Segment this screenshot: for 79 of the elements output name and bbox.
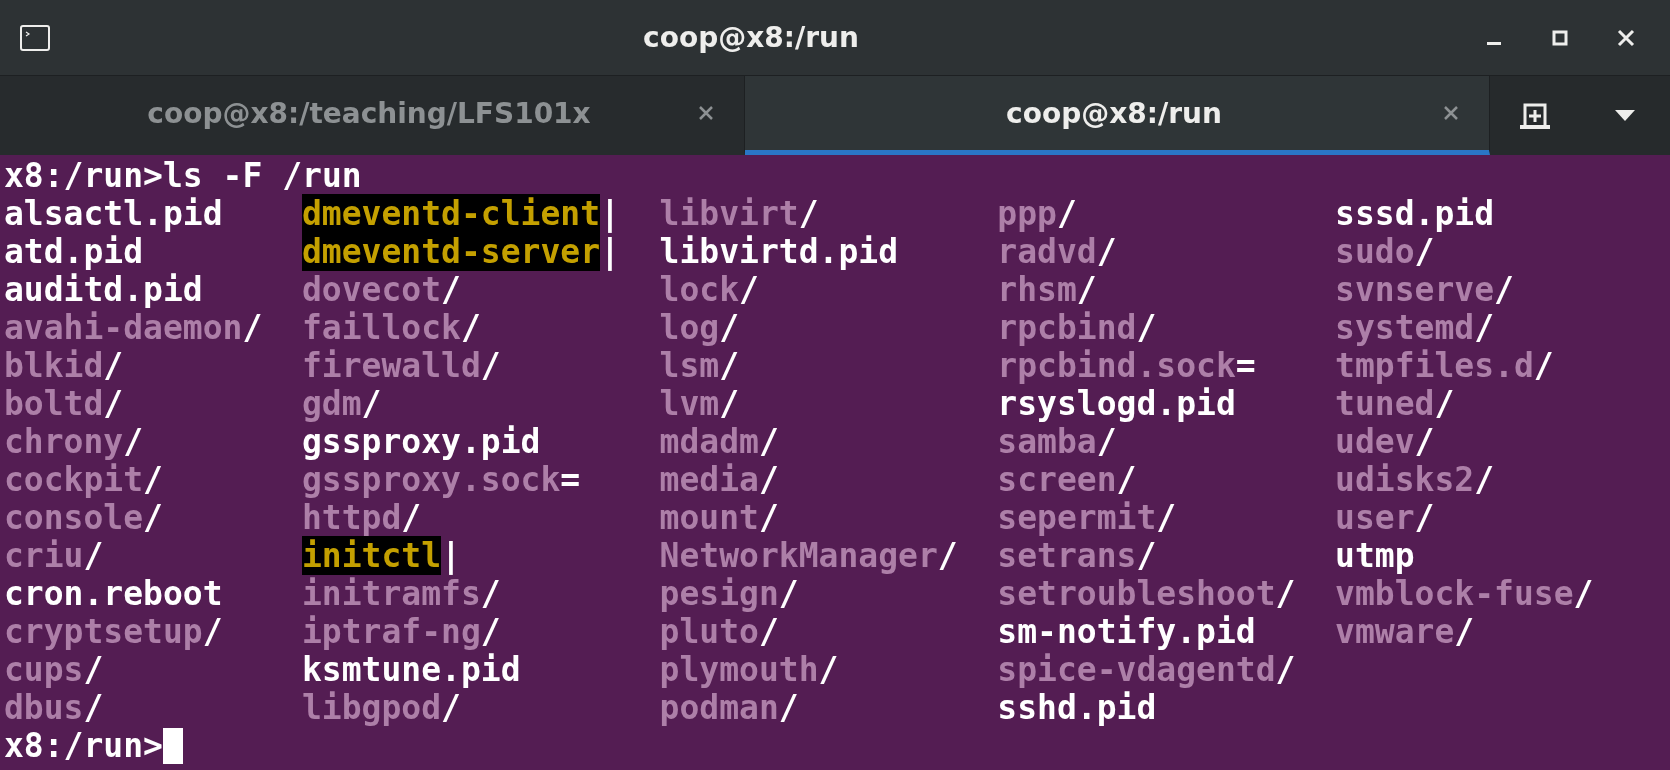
directory-entry: iptraf-ng/ — [302, 613, 501, 651]
directory-entry: criu/ — [4, 537, 104, 575]
directory-entry: httpd/ — [302, 499, 422, 537]
directory-entry: udev/ — [1335, 423, 1435, 461]
directory-entry: vmware/ — [1335, 613, 1475, 651]
close-tab-button[interactable] — [698, 105, 714, 121]
directory-entry: chrony/ — [4, 423, 144, 461]
file-entry: atd.pid — [4, 233, 144, 271]
directory-entry: NetworkManager/ — [659, 537, 958, 575]
file-entry: cron.reboot — [4, 575, 223, 613]
directory-entry: rhsm/ — [997, 271, 1097, 309]
prompt: x8:/run> — [4, 727, 163, 765]
directory-entry: lvm/ — [659, 385, 740, 423]
directory-entry: sudo/ — [1335, 233, 1435, 271]
file-entry: ksmtune.pid — [302, 651, 521, 689]
file-entry: sshd.pid — [997, 689, 1157, 727]
terminal-tab[interactable]: coop@x8:/run — [745, 76, 1490, 155]
directory-entry: screen/ — [997, 461, 1137, 499]
file-entry: gssproxy.pid — [302, 423, 541, 461]
directory-entry: pesign/ — [659, 575, 799, 613]
directory-entry: console/ — [4, 499, 163, 537]
close-tab-button[interactable] — [1443, 105, 1459, 121]
directory-entry: lsm/ — [659, 347, 740, 385]
directory-entry: cups/ — [4, 651, 104, 689]
directory-entry: boltd/ — [4, 385, 124, 423]
directory-entry: lock/ — [659, 271, 759, 309]
directory-entry: avahi-daemon/ — [4, 309, 263, 347]
directory-entry: libgpod/ — [302, 689, 461, 727]
terminal-icon — [20, 24, 50, 51]
directory-entry: vmblock-fuse/ — [1335, 575, 1594, 613]
close-icon — [1617, 28, 1635, 47]
directory-entry: podman/ — [659, 689, 799, 727]
file-entry: utmp — [1335, 537, 1415, 575]
directory-entry: svnserve/ — [1335, 271, 1514, 309]
directory-entry: cryptsetup/ — [4, 613, 223, 651]
directory-entry: firewalld/ — [302, 347, 501, 385]
directory-entry: samba/ — [997, 423, 1117, 461]
terminal-area[interactable] — [0, 155, 1670, 770]
directory-entry: user/ — [1335, 499, 1435, 537]
directory-entry: spice-vdagentd/ — [997, 651, 1296, 689]
socket-entry: gssproxy.sock= — [302, 461, 581, 499]
directory-entry: media/ — [659, 461, 779, 499]
directory-entry: gdm/ — [302, 385, 382, 423]
directory-entry: setroubleshoot/ — [997, 575, 1296, 613]
directory-entry: log/ — [659, 309, 740, 347]
directory-entry: initramfs/ — [302, 575, 501, 613]
directory-entry: pluto/ — [659, 613, 779, 651]
directory-entry: tmpfiles.d/ — [1335, 347, 1554, 385]
directory-entry: blkid/ — [4, 347, 124, 385]
directory-entry: plymouth/ — [659, 651, 839, 689]
directory-entry: cockpit/ — [4, 461, 163, 499]
directory-entry: systemd/ — [1335, 309, 1495, 347]
file-entry: rsyslogd.pid — [997, 385, 1236, 423]
caret-icon — [1615, 109, 1635, 122]
file-entry: libvirtd.pid — [659, 233, 899, 271]
directory-entry: sepermit/ — [997, 499, 1177, 537]
file-entry: sssd.pid — [1335, 195, 1495, 233]
directory-entry: faillock/ — [302, 309, 481, 347]
directory-entry: tuned/ — [1335, 385, 1455, 423]
directory-entry: udisks2/ — [1335, 461, 1495, 499]
directory-entry: ppp/ — [997, 195, 1077, 233]
window-title: coop@x8:/run — [642, 21, 860, 54]
file-entry: auditd.pid — [4, 271, 203, 309]
close-icon — [698, 105, 714, 121]
directory-entry: mdadm/ — [659, 423, 779, 461]
directory-entry: dbus/ — [4, 689, 104, 727]
socket-entry: rpcbind.sock= — [997, 347, 1256, 385]
command-line: x8:/run>ls -F /run — [4, 157, 362, 195]
maximize-icon — [1551, 28, 1569, 47]
directory-entry: rpcbind/ — [997, 309, 1157, 347]
directory-entry: dovecot/ — [302, 271, 461, 309]
directory-entry: radvd/ — [997, 233, 1117, 271]
close-icon — [1443, 105, 1459, 121]
file-entry: alsactl.pid — [4, 195, 223, 233]
file-entry: sm-notify.pid — [997, 613, 1256, 651]
directory-entry: setrans/ — [997, 537, 1157, 575]
minimize-icon — [1487, 42, 1501, 45]
directory-entry: mount/ — [659, 499, 779, 537]
directory-entry: libvirt/ — [659, 195, 819, 233]
